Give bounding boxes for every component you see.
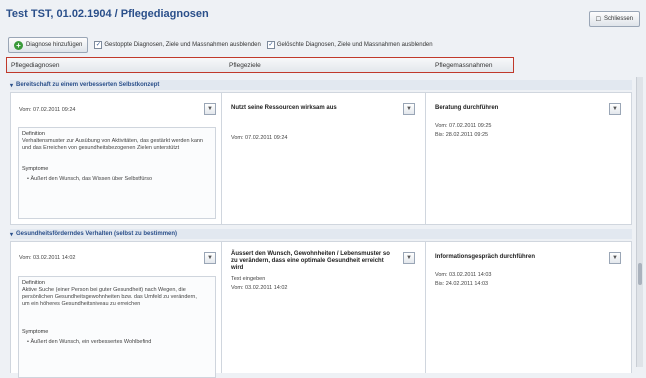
group-header[interactable]: ▾ Bereitschaft zu einem verbesserten Sel… bbox=[10, 80, 632, 90]
measure-menu-button[interactable]: ▼ bbox=[609, 252, 621, 264]
checkbox-icon: ✓ bbox=[94, 41, 103, 49]
measure-title[interactable]: Beratung durchführen bbox=[435, 105, 498, 112]
goal-title[interactable]: Äussert den Wunsch, Gewohnheiten / Leben… bbox=[231, 251, 391, 272]
checkbox-icon: ✓ bbox=[266, 41, 275, 49]
measure-to: Bis: 28.02.2011 09:25 bbox=[435, 132, 489, 138]
plus-icon: + bbox=[14, 40, 23, 50]
hide-deleted-checkbox[interactable]: ✓ Gelöschte Diagnosen, Ziele und Massnah… bbox=[266, 41, 433, 49]
goal-date: Vom: 03.02.2011 14:02 bbox=[231, 285, 288, 291]
close-label: Schliessen bbox=[603, 16, 633, 22]
definition-box: Definition Verhaltensmuster zur Ausübung… bbox=[18, 127, 216, 219]
symptoms-title: Symptome bbox=[22, 166, 49, 172]
add-diagnosis-button[interactable]: + Diagnose hinzufügen bbox=[8, 37, 89, 53]
diagnosis-date: Vom: 07.02.2011 09:24 bbox=[19, 107, 76, 113]
collapse-icon: ▾ bbox=[10, 82, 14, 89]
definition-box: Definition Aktive Suche (einer Person be… bbox=[18, 276, 216, 378]
toolbar: + Diagnose hinzufügen ✓ Gestoppte Diagno… bbox=[8, 37, 636, 53]
diagnosis-menu-button[interactable]: ▼ bbox=[204, 103, 216, 115]
column-goals[interactable]: Pflegeziele bbox=[229, 62, 261, 69]
scrollbar-thumb[interactable] bbox=[638, 263, 642, 285]
measure-from: Vom: 07.02.2011 09:25 bbox=[435, 123, 492, 129]
symptom-item: • Äußert den Wunsch, ein verbessertes Wo… bbox=[27, 339, 152, 345]
column-header: Pflegediagnosen Pflegeziele Pflegemassna… bbox=[6, 57, 514, 73]
group-header[interactable]: ▾ Gesundheitsförderndes Verhalten (selbs… bbox=[10, 229, 632, 239]
goal-subtext: Text eingeben bbox=[231, 276, 266, 282]
measure-to: Bis: 24.02.2011 14:03 bbox=[435, 281, 489, 287]
add-diagnosis-label: Diagnose hinzufügen bbox=[26, 42, 83, 48]
diagnosis-menu-button[interactable]: ▼ bbox=[204, 252, 216, 264]
diagnosis-row: Vom: 03.02.2011 14:02 ▼ Definition Aktiv… bbox=[10, 241, 632, 378]
hide-stopped-checkbox[interactable]: ✓ Gestoppte Diagnosen, Ziele und Massnah… bbox=[94, 41, 261, 49]
measure-from: Vom: 03.02.2011 14:03 bbox=[435, 272, 492, 278]
divider bbox=[221, 242, 222, 373]
column-measures[interactable]: Pflegemassnahmen bbox=[435, 62, 492, 69]
divider bbox=[425, 93, 426, 224]
measure-menu-button[interactable]: ▼ bbox=[609, 103, 621, 115]
goal-title[interactable]: Nutzt seine Ressourcen wirksam aus bbox=[231, 105, 396, 112]
diagnosis-date: Vom: 03.02.2011 14:02 bbox=[19, 255, 76, 261]
page-title: Test TST, 01.02.1904 / Pflegediagnosen bbox=[6, 8, 209, 20]
divider bbox=[221, 93, 222, 224]
symptom-text: Äußert den Wunsch, ein verbessertes Wohl… bbox=[30, 339, 152, 345]
goal-menu-button[interactable]: ▼ bbox=[403, 103, 415, 115]
hide-stopped-label: Gestoppte Diagnosen, Ziele und Massnahme… bbox=[104, 42, 261, 48]
hide-deleted-label: Gelöschte Diagnosen, Ziele und Massnahme… bbox=[276, 42, 433, 48]
symptom-text: Äußert den Wunsch, das Wissen über Selbs… bbox=[30, 176, 153, 182]
group-label: Bereitschaft zu einem verbesserten Selbs… bbox=[16, 82, 160, 88]
divider bbox=[425, 242, 426, 373]
measure-title[interactable]: Informationsgespräch durchführen bbox=[435, 254, 535, 261]
column-diagnoses[interactable]: Pflegediagnosen bbox=[11, 62, 59, 69]
goal-menu-button[interactable]: ▼ bbox=[403, 252, 415, 264]
close-icon: ☐ bbox=[595, 16, 601, 23]
vertical-scrollbar[interactable] bbox=[636, 77, 643, 367]
definition-title: Definition bbox=[22, 131, 45, 137]
close-button[interactable]: ☐ Schliessen bbox=[588, 11, 640, 27]
symptoms-title: Symptome bbox=[22, 329, 49, 335]
group-label: Gesundheitsförderndes Verhalten (selbst … bbox=[16, 231, 178, 237]
definition-title: Definition bbox=[22, 280, 45, 286]
diagnosis-row: Vom: 07.02.2011 09:24 ▼ Definition Verha… bbox=[10, 92, 632, 225]
collapse-icon: ▾ bbox=[10, 231, 14, 238]
goal-date: Vom: 07.02.2011 09:24 bbox=[231, 135, 288, 141]
definition-text: Aktive Suche (einer Person bei guter Ges… bbox=[22, 287, 197, 307]
symptom-item: • Äußert den Wunsch, das Wissen über Sel… bbox=[27, 176, 153, 182]
definition-text: Verhaltensmuster zur Ausübung von Aktivi… bbox=[22, 138, 203, 151]
